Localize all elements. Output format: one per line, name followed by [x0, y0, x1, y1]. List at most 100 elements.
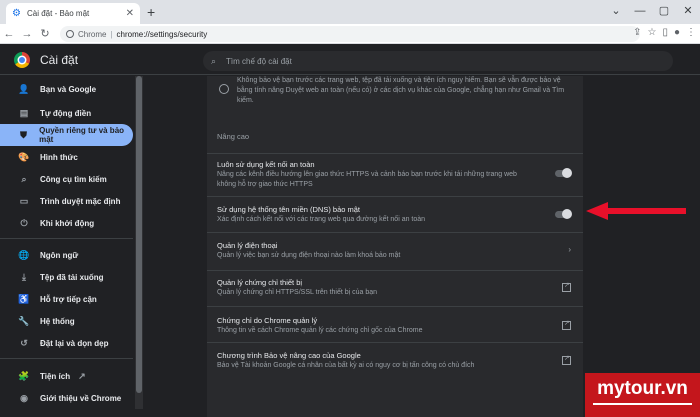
no-protection-radio[interactable]: [219, 84, 229, 94]
person-icon: 👤: [18, 83, 30, 94]
watermark-underline: [593, 403, 692, 405]
secure-dns-toggle[interactable]: [555, 209, 572, 219]
wrench-icon: 🔧: [18, 315, 30, 326]
clipboard-icon: ▤: [19, 107, 29, 118]
sidebar-item-label: Trình duyệt mặc định: [40, 196, 121, 206]
setting-subtitle: Nâng các kênh điều hướng lên giao thức H…: [217, 171, 517, 188]
bookmark-star-icon[interactable]: ☆: [647, 27, 656, 38]
sidebar-item-accessibility[interactable]: ♿ Hỗ trợ tiếp cận: [0, 288, 133, 310]
reset-icon: ↺: [20, 337, 28, 348]
annotation-arrow-icon: [586, 202, 686, 220]
sidebar-item-label: Hỗ trợ tiếp cận: [40, 294, 97, 304]
https-toggle[interactable]: [555, 168, 572, 178]
share-icon[interactable]: ⇪: [633, 27, 641, 38]
section-title-advanced: Nâng cao: [217, 132, 250, 141]
sidebar-item-default-browser[interactable]: ▭ Trình duyệt mặc định: [0, 190, 133, 212]
sidebar-divider: [0, 238, 133, 239]
settings-card-continued: [207, 380, 583, 417]
sidebar-divider: [0, 358, 133, 359]
setting-subtitle: Quản lý việc bạn sử dụng điện thoại nào …: [217, 252, 401, 259]
chrome-icon: ◉: [20, 392, 28, 403]
power-icon: ⏻: [20, 217, 28, 228]
minimize-button[interactable]: —: [628, 0, 652, 24]
maximize-button[interactable]: ▢: [652, 0, 676, 24]
security-settings-card: Không bảo vệ bạn trước các trang web, tệ…: [207, 76, 583, 380]
sidebar-item-reset[interactable]: ↺ Đặt lại và dọn dẹp: [0, 332, 133, 354]
sidebar: 👤 Bạn và Google ▤ Tự động điền ⛊ Quyền r…: [0, 76, 135, 417]
sidebar-item-label: Khi khởi động: [40, 218, 95, 228]
sidebar-item-label: Tệp đã tải xuống: [40, 272, 104, 282]
setting-title: Chứng chỉ do Chrome quản lý: [217, 316, 318, 325]
setting-row-chrome-certificates[interactable]: Chứng chỉ do Chrome quản lý Thông tin về…: [207, 306, 583, 344]
search-input[interactable]: Tìm chế độ cài đặt: [226, 57, 292, 66]
close-window-button[interactable]: ✕: [676, 0, 700, 24]
search-icon: ⌕: [211, 55, 217, 66]
puzzle-icon: 🧩: [18, 370, 30, 381]
tab-settings-security[interactable]: ⚙ Cài đặt - Bảo mật ✕: [6, 3, 140, 24]
reload-icon[interactable]: ↻: [36, 27, 54, 40]
back-arrow-icon[interactable]: ←: [0, 28, 18, 40]
chevron-right-icon[interactable]: ›: [568, 245, 571, 254]
external-link-icon[interactable]: [562, 281, 571, 292]
setting-subtitle: Thông tin về cách Chrome quản lý các chứ…: [217, 327, 423, 334]
sidebar-item-downloads[interactable]: ⤓ Tệp đã tải xuống: [0, 266, 133, 288]
tab-title: Cài đặt - Bảo mật: [27, 9, 90, 18]
sidebar-item-privacy-security[interactable]: ⛊ Quyền riêng tư và bảo mật: [0, 124, 133, 146]
setting-title: Quản lý chứng chỉ thiết bị: [217, 278, 303, 287]
setting-row-https[interactable]: Luôn sử dụng kết nối an toàn Nâng các kê…: [207, 153, 583, 193]
setting-subtitle: Bảo vệ Tài khoản Google cá nhân của bất …: [217, 362, 475, 369]
sidepanel-icon[interactable]: ▯: [662, 27, 668, 38]
palette-icon: 🎨: [18, 151, 30, 162]
sidebar-item-search-engine[interactable]: ⌕ Công cụ tìm kiếm: [0, 168, 133, 190]
setting-row-device-certificates[interactable]: Quản lý chứng chỉ thiết bị Quản lý chứng…: [207, 270, 583, 306]
sidebar-item-about-chrome[interactable]: ◉ Giới thiệu về Chrome: [0, 387, 133, 409]
no-protection-description: Không bảo vệ bạn trước các trang web, tệ…: [237, 77, 565, 104]
sidebar-item-label: Hệ thống: [40, 316, 75, 326]
sidebar-item-label: Bạn và Google: [40, 84, 97, 94]
toggle-knob: [562, 209, 572, 219]
download-icon: ⤓: [22, 271, 26, 282]
sidebar-item-autofill[interactable]: ▤ Tự động điền: [0, 102, 133, 124]
shield-icon: ⛊: [20, 129, 27, 140]
profile-icon[interactable]: ●: [674, 27, 680, 38]
watermark-text: mytour.vn: [597, 378, 688, 399]
tab-search-icon[interactable]: ⌄: [604, 0, 628, 24]
sidebar-item-languages[interactable]: 🌐 Ngôn ngữ: [0, 244, 133, 266]
setting-subtitle: Quản lý chứng chỉ HTTPS/SSL trên thiết b…: [217, 289, 378, 296]
external-link-icon[interactable]: [562, 319, 571, 330]
external-link-icon[interactable]: [562, 354, 571, 365]
page-title: Cài đặt: [40, 53, 79, 67]
setting-row-advanced-protection[interactable]: Chương trình Bảo vệ nâng cao của Google …: [207, 342, 583, 380]
sidebar-item-extensions[interactable]: 🧩 Tiện ích ↗: [0, 365, 133, 387]
forward-arrow-icon[interactable]: →: [18, 28, 36, 40]
setting-row-manage-phones[interactable]: Quản lý điện thoại Quản lý việc bạn sử d…: [207, 232, 583, 270]
sidebar-item-appearance[interactable]: 🎨 Hình thức: [0, 146, 133, 168]
setting-title: Sử dụng hệ thống tên miền (DNS) bảo mật: [217, 205, 361, 214]
settings-search[interactable]: ⌕ Tìm chế độ cài đặt: [203, 51, 673, 71]
sidebar-item-on-startup[interactable]: ⏻ Khi khởi động: [0, 212, 133, 234]
sidebar-scrollbar[interactable]: [135, 76, 143, 409]
sidebar-item-label: Công cụ tìm kiếm: [40, 174, 107, 184]
close-tab-icon[interactable]: ✕: [126, 8, 134, 19]
url-separator: |: [110, 29, 113, 39]
sidebar-item-system[interactable]: 🔧 Hệ thống: [0, 310, 133, 332]
new-tab-button[interactable]: +: [147, 4, 155, 20]
url-text[interactable]: chrome://settings/security: [117, 30, 208, 39]
setting-row-secure-dns[interactable]: Sử dụng hệ thống tên miền (DNS) bảo mật …: [207, 196, 583, 234]
scrollbar-thumb[interactable]: [136, 76, 142, 393]
tab-strip: ⚙ Cài đặt - Bảo mật ✕ + ⌄ — ▢ ✕: [0, 0, 700, 24]
chrome-logo-icon: [14, 52, 30, 68]
setting-title: Quản lý điện thoại: [217, 241, 278, 250]
setting-title: Chương trình Bảo vệ nâng cao của Google: [217, 351, 361, 360]
sidebar-item-label: Hình thức: [40, 152, 78, 162]
address-bar[interactable]: Chrome | chrome://settings/security: [60, 26, 640, 42]
settings-header: Cài đặt ⌕ Tìm chế độ cài đặt: [0, 45, 700, 75]
sidebar-item-label: Quyền riêng tư và bảo mật: [39, 126, 125, 144]
accessibility-icon: ♿: [18, 293, 30, 304]
sidebar-item-you-and-google[interactable]: 👤 Bạn và Google: [0, 78, 133, 100]
globe-icon: 🌐: [18, 249, 30, 260]
mytour-watermark: mytour.vn: [585, 373, 700, 417]
sidebar-item-label: Ngôn ngữ: [40, 250, 79, 260]
toolbar-right: ⇪ ☆ ▯ ● ⋮: [633, 27, 696, 38]
menu-icon[interactable]: ⋮: [686, 27, 696, 38]
